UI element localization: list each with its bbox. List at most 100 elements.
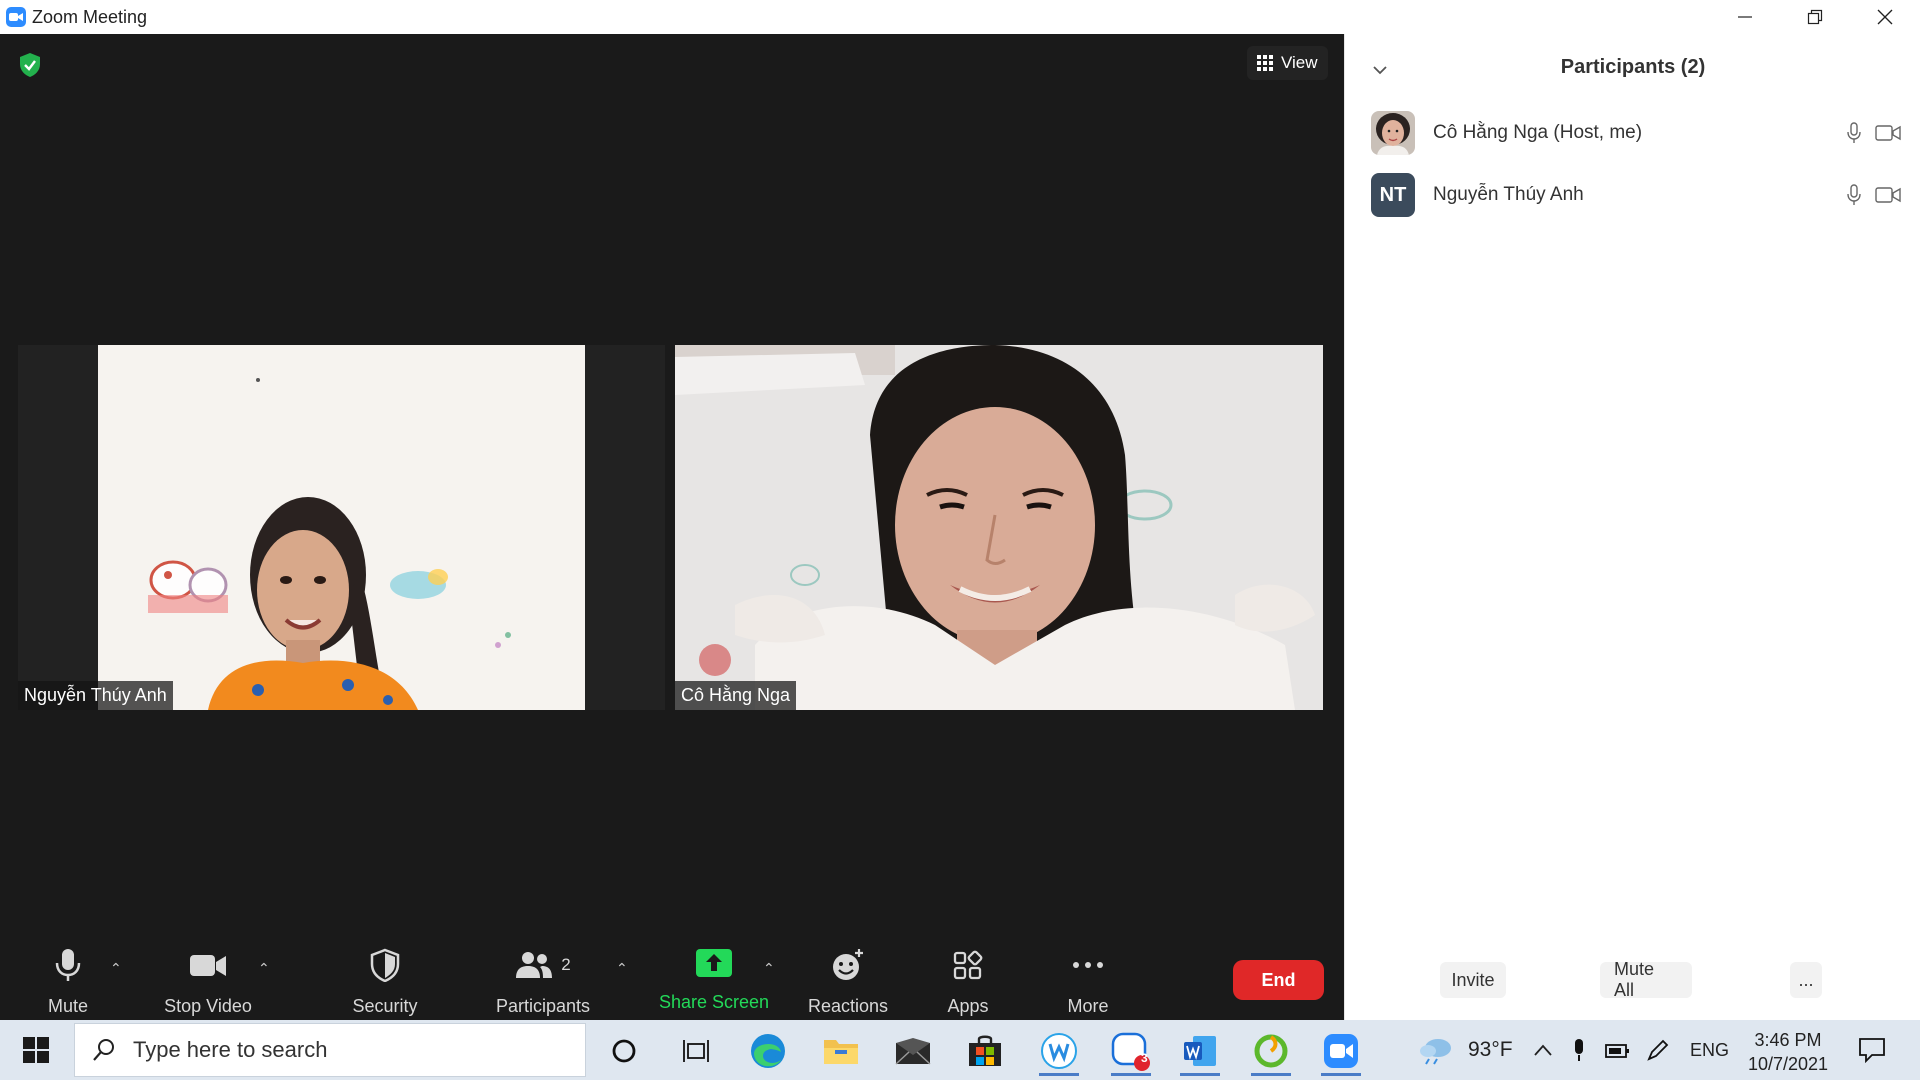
participant-name-badge: Nguyễn Thúy Anh: [18, 681, 173, 710]
task-view-button[interactable]: [666, 1026, 726, 1076]
restore-button[interactable]: [1780, 0, 1850, 34]
video-options-caret-icon[interactable]: ⌃: [258, 960, 270, 977]
mail-envelope-icon: [895, 1038, 931, 1065]
clock[interactable]: 3:46 PM 10/7/2021: [1736, 1028, 1840, 1076]
minimize-button[interactable]: [1710, 0, 1780, 34]
microphone-tray-button[interactable]: [1572, 1020, 1586, 1080]
show-hidden-icons-button[interactable]: [1533, 1020, 1553, 1080]
security-button[interactable]: Security: [320, 948, 450, 1017]
share-screen-label: Share Screen: [658, 992, 770, 1012]
w-app-button[interactable]: [1029, 1026, 1089, 1076]
reactions-label: Reactions: [807, 996, 889, 1016]
search-icon: [93, 1039, 114, 1061]
grid-icon: [1257, 55, 1273, 71]
invite-button[interactable]: Invite: [1440, 962, 1506, 998]
microsoft-store-button[interactable]: [955, 1026, 1015, 1076]
pen-icon: [1647, 1039, 1669, 1061]
weather-widget[interactable]: 93°F: [1418, 1020, 1513, 1080]
reactions-button[interactable]: Reactions: [783, 948, 913, 1017]
view-label: View: [1281, 53, 1318, 72]
zalo-notification-badge: 3: [1141, 1051, 1148, 1065]
chevron-up-icon: [1534, 1044, 1552, 1056]
apps-label: Apps: [947, 996, 989, 1016]
video-tile-participant[interactable]: Nguyễn Thúy Anh: [18, 345, 665, 710]
participant-name: Nguyễn Thúy Anh: [1433, 184, 1584, 205]
notification-speech-bubble-icon: [1859, 1038, 1885, 1063]
panel-more-button[interactable]: ...: [1790, 962, 1822, 998]
more-button[interactable]: More: [1023, 948, 1153, 1017]
pen-tray-button[interactable]: [1646, 1020, 1670, 1080]
mute-all-button[interactable]: Mute All: [1600, 959, 1692, 1000]
audio-options-caret-icon[interactable]: ⌃: [110, 960, 122, 977]
stop-video-label: Stop Video: [164, 996, 252, 1016]
windows-logo-icon: [23, 1037, 49, 1063]
zalo-button[interactable]: 3: [1101, 1026, 1161, 1076]
w-app-icon: [1041, 1033, 1077, 1069]
meeting-toolbar: Mute ⌃ Stop Video ⌃ Security 2 Participa…: [0, 908, 1344, 1020]
edge-browser-button[interactable]: [738, 1026, 798, 1076]
mute-label: Mute: [47, 996, 89, 1016]
clock-date: 10/7/2021: [1747, 1054, 1829, 1074]
store-bag-icon: [969, 1035, 1001, 1066]
security-label: Security: [352, 996, 418, 1016]
participants-label: Participants: [495, 996, 591, 1016]
cortana-button[interactable]: [594, 1026, 654, 1076]
participants-panel: Participants (2) Cô Hằng Nga (Host, me): [1344, 34, 1920, 1020]
weather-temperature: 93°F: [1468, 1038, 1513, 1061]
microphone-icon: [55, 949, 81, 981]
input-language-button[interactable]: ENG: [1690, 1020, 1729, 1080]
meeting-area: View Nguyễn Thúy Anh Cô Hằng Nga: [0, 34, 1344, 1020]
more-dots-icon: [1073, 962, 1103, 968]
mute-button[interactable]: Mute: [3, 948, 133, 1017]
microphone-icon[interactable]: [1847, 184, 1861, 206]
video-tile-host[interactable]: Cô Hằng Nga: [675, 345, 1323, 710]
title-bar: Zoom Meeting: [0, 0, 1920, 34]
search-placeholder: Type here to search: [133, 1037, 328, 1062]
security-shield-icon: [370, 948, 400, 982]
green-app-button[interactable]: [1241, 1026, 1301, 1076]
share-screen-button[interactable]: Share Screen: [649, 948, 779, 1013]
share-screen-icon: [696, 949, 732, 977]
windows-taskbar: Type here to search 3 93°F ENG 3:46 PM 1…: [0, 1020, 1920, 1080]
participants-icon: [516, 952, 553, 978]
file-explorer-button[interactable]: [811, 1026, 871, 1076]
participant-video: [98, 345, 585, 710]
end-meeting-button[interactable]: End: [1233, 960, 1324, 1000]
host-name-badge: Cô Hằng Nga: [675, 681, 797, 710]
task-view-icon: [683, 1040, 709, 1062]
battery-tray-button[interactable]: [1604, 1020, 1630, 1080]
encryption-shield-icon[interactable]: [18, 52, 42, 78]
participants-options-caret-icon[interactable]: ⌃: [616, 960, 628, 977]
start-button[interactable]: [0, 1020, 72, 1080]
close-icon: [1877, 9, 1893, 25]
close-button[interactable]: [1850, 0, 1920, 34]
battery-charging-icon: [1605, 1044, 1629, 1058]
edge-browser-icon: [751, 1034, 785, 1068]
participants-count: 2: [561, 955, 571, 974]
host-avatar: [1371, 111, 1415, 155]
mail-button[interactable]: [883, 1026, 943, 1076]
weather-rain-cloud-icon: [1420, 1039, 1451, 1065]
more-label: More: [1067, 996, 1109, 1016]
word-button[interactable]: [1170, 1026, 1230, 1076]
microphone-icon[interactable]: [1847, 122, 1861, 144]
video-camera-icon[interactable]: [1875, 186, 1901, 204]
zoom-app-icon: [6, 7, 26, 27]
participant-row-host[interactable]: Cô Hằng Nga (Host, me): [1371, 111, 1901, 155]
restore-icon: [1807, 9, 1823, 25]
participants-panel-title: Participants (2): [1560, 56, 1706, 78]
participants-button[interactable]: 2 Participants: [478, 948, 608, 1017]
video-camera-icon[interactable]: [1875, 124, 1901, 142]
minimize-icon: [1738, 16, 1752, 18]
apps-button[interactable]: Apps: [903, 948, 1033, 1017]
stop-video-button[interactable]: Stop Video: [143, 948, 273, 1017]
view-button[interactable]: View: [1247, 46, 1328, 80]
share-options-caret-icon[interactable]: ⌃: [763, 960, 775, 977]
zoom-taskbar-button[interactable]: [1311, 1026, 1371, 1076]
participant-name: Cô Hằng Nga (Host, me): [1433, 122, 1643, 143]
notification-center-button[interactable]: [1858, 1020, 1886, 1080]
taskbar-search-box[interactable]: Type here to search: [74, 1023, 586, 1077]
word-app-icon: [1184, 1036, 1216, 1066]
participant-row[interactable]: NT Nguyễn Thúy Anh: [1371, 173, 1901, 217]
green-leaf-app-icon: [1254, 1034, 1288, 1068]
